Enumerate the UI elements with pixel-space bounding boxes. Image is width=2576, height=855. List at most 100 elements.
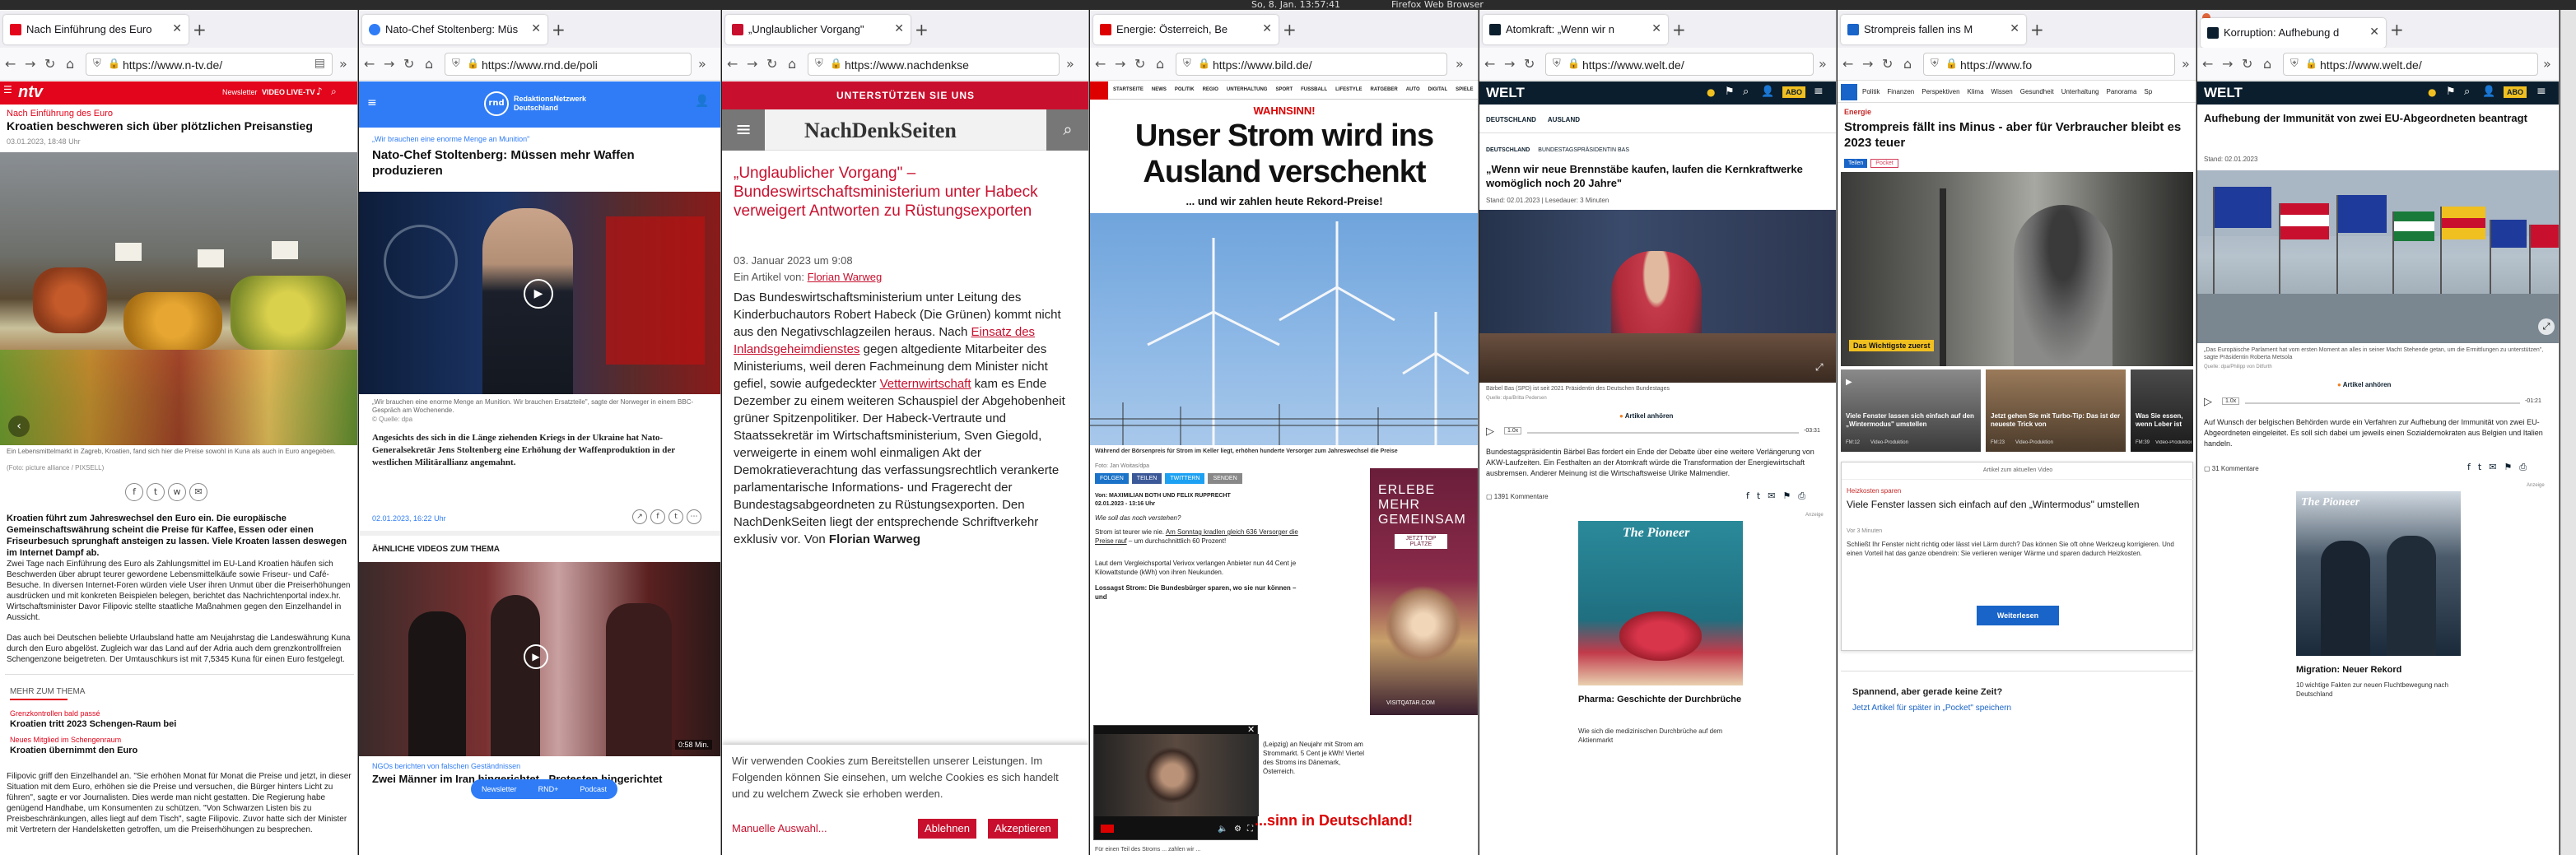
reload-icon[interactable]: ↻	[2242, 56, 2252, 72]
rnd-logo-icon[interactable]: rnd	[484, 91, 509, 116]
abo-button[interactable]: ABO	[1782, 86, 1805, 98]
back-icon[interactable]: ←	[5, 56, 16, 72]
back-icon[interactable]: ←	[364, 56, 375, 72]
bild-nav-item[interactable]: STARTSEITE	[1113, 87, 1144, 92]
qatar-ad[interactable]: ERLEBE MEHR GEMEINSAM JETZT TOP PLÄTZE V…	[1370, 468, 1478, 715]
welt-logo[interactable]: WELT	[1486, 85, 1525, 101]
lock-icon[interactable]: 🔒	[1198, 58, 1210, 69]
lock-icon[interactable]: 🔒	[108, 58, 120, 69]
audio-progress-track[interactable]	[1527, 432, 1799, 434]
back-icon[interactable]: ←	[2202, 56, 2213, 72]
close-tab-icon[interactable]: ✕	[531, 22, 541, 35]
home-icon[interactable]: ⌂	[2263, 56, 2271, 72]
close-tab-icon[interactable]: ✕	[1651, 22, 1661, 35]
search-icon[interactable]: ⌕	[331, 86, 337, 98]
tracking-shield-icon[interactable]: ⛨	[2290, 58, 2299, 70]
bookmark-share-icon[interactable]: ⚑	[1782, 490, 1791, 502]
url-bar[interactable]: ⛨ 🔒 https://www.rnd.de/poli	[445, 53, 692, 76]
comments-link[interactable]: ▢ 31 Kommentare	[2204, 465, 2259, 472]
pioneer-promo-image[interactable]: The Pioneer	[1578, 521, 1743, 685]
pill-podcast[interactable]: Podcast	[580, 785, 607, 793]
search-icon[interactable]: ⌕	[1743, 86, 1749, 98]
send-button[interactable]: SENDEN	[1208, 473, 1242, 484]
focus-nav-item[interactable]: Unterhaltung	[2061, 88, 2099, 95]
close-tab-icon[interactable]: ✕	[2010, 22, 2019, 35]
volume-icon[interactable]: 🔈	[1218, 825, 1227, 834]
tab-rnd[interactable]: Nato-Chef Stoltenberg: Müs ✕	[362, 15, 547, 44]
tracking-shield-icon[interactable]: ⛨	[1183, 58, 1191, 70]
reload-icon[interactable]: ↻	[1524, 56, 1535, 72]
nav-newsletter[interactable]: Newsletter	[222, 88, 258, 96]
read-more-button[interactable]: Weiterlesen	[1977, 606, 2059, 625]
url-bar[interactable]: ⛨ 🔒 https://www.bild.de/	[1176, 53, 1447, 76]
tab-nachdenkseiten[interactable]: „Unglaublicher Vorgang" ✕	[725, 15, 911, 44]
home-icon[interactable]: ⌂	[425, 56, 433, 72]
back-icon[interactable]: ←	[1484, 56, 1495, 72]
card-title[interactable]: Viele Fenster lassen sich einfach auf de…	[1847, 499, 2184, 511]
promo-title[interactable]: Migration: Neuer Rekord	[2296, 664, 2461, 676]
overflow-chevron-icon[interactable]: »	[1066, 56, 1074, 72]
bild-nav-item[interactable]: UNTERHALTUNG	[1227, 87, 1268, 92]
abo-button[interactable]: ABO	[2504, 86, 2527, 98]
bild-logo[interactable]	[1090, 81, 1108, 100]
focus-nav-item[interactable]: Panorama	[2107, 88, 2137, 95]
new-tab-icon[interactable]: +	[552, 20, 566, 39]
whatsapp-share-icon[interactable]: w	[168, 483, 186, 501]
bild-nav-item[interactable]: LIFESTYLE	[1335, 87, 1362, 92]
new-tab-icon[interactable]: +	[915, 20, 929, 39]
url-bar[interactable]: ⛨ 🔒 https://www.n-tv.de/ ▤	[86, 53, 333, 76]
cookie-accept-button[interactable]: Akzeptieren	[988, 819, 1058, 839]
close-video-icon[interactable]: ✕	[1247, 724, 1255, 735]
bookmark-share-icon[interactable]: ⚑	[2504, 462, 2512, 473]
url-bar[interactable]: ⛨ 🔒 https://www.welt.de/	[2283, 53, 2538, 76]
new-tab-icon[interactable]: +	[2390, 20, 2404, 39]
overflow-chevron-icon[interactable]: »	[1456, 56, 1464, 72]
facebook-share-icon[interactable]: f	[1746, 490, 1749, 502]
expand-image-icon[interactable]: ⤢	[1815, 361, 1824, 374]
tab-welt-korruption[interactable]: Korruption: Aufhebung d ✕	[2201, 18, 2386, 48]
tab-bild[interactable]: Energie: Österreich, Be ✕	[1093, 15, 1279, 44]
email-share-icon[interactable]: ✉	[2489, 462, 2496, 473]
audio-progress-track[interactable]	[2245, 402, 2520, 404]
link-vetternwirtschaft[interactable]: Vetternwirtschaft	[880, 377, 971, 391]
cookie-manual-link[interactable]: Manuelle Auswahl...	[732, 822, 827, 834]
bild-nav-item[interactable]: DIGITAL	[1428, 87, 1448, 92]
expand-image-icon[interactable]: ⤢	[2538, 318, 2555, 335]
coins-icon[interactable]: ●	[2428, 86, 2436, 98]
video-thumb[interactable]: Viele Fenster lassen sich einfach auf de…	[1841, 369, 1981, 452]
print-icon[interactable]: ⎙	[2519, 462, 2527, 473]
user-icon[interactable]: 👤	[2482, 86, 2495, 98]
print-icon[interactable]: ⎙	[1798, 490, 1805, 502]
focus-nav-item[interactable]: Klima	[1968, 88, 1984, 95]
focus-nav-item[interactable]: Gesundheit	[2020, 88, 2054, 95]
back-icon[interactable]: ←	[1095, 56, 1106, 72]
nds-logo[interactable]: NachDenkSeiten	[804, 118, 957, 143]
home-icon[interactable]: ⌂	[788, 56, 796, 72]
twitter-share-icon[interactable]: t	[1757, 490, 1760, 502]
forward-icon[interactable]: →	[1115, 56, 1125, 72]
overflow-chevron-icon[interactable]: »	[2543, 56, 2551, 72]
tracking-shield-icon[interactable]: ⛨	[93, 58, 101, 70]
reload-icon[interactable]: ↻	[766, 56, 777, 72]
breadcrumb-item[interactable]: BUNDESTAGSPRÄSIDENTIN BAS	[1538, 147, 1629, 153]
cookie-reject-button[interactable]: Ablehnen	[918, 819, 976, 839]
ntv-logo[interactable]: ntv	[18, 83, 43, 102]
back-icon[interactable]: ←	[727, 56, 738, 72]
bild-nav-item[interactable]: POLITIK	[1175, 87, 1195, 92]
menu-icon[interactable]: ≡	[367, 96, 377, 109]
forward-icon[interactable]: →	[747, 56, 757, 72]
close-tab-icon[interactable]: ✕	[172, 22, 182, 35]
reload-icon[interactable]: ↻	[1134, 56, 1145, 72]
overflow-chevron-icon[interactable]: »	[698, 56, 706, 72]
more-share-icon[interactable]: ⋯	[687, 509, 701, 524]
play-icon[interactable]: ▷	[1486, 425, 1494, 438]
new-tab-icon[interactable]: +	[1283, 20, 1297, 39]
ad-badge[interactable]: JETZT TOP PLÄTZE	[1395, 534, 1447, 549]
forward-icon[interactable]: →	[1504, 56, 1515, 72]
fullscreen-icon[interactable]: ⛶	[1247, 825, 1253, 834]
tab-focus[interactable]: Strompreis fallen ins M ✕	[1841, 15, 2026, 44]
overflow-chevron-icon[interactable]: »	[339, 56, 347, 72]
home-icon[interactable]: ⌂	[1156, 56, 1164, 72]
section-nav-item[interactable]: DEUTSCHLAND	[1486, 116, 1536, 123]
tracking-shield-icon[interactable]: ⛨	[452, 58, 460, 70]
